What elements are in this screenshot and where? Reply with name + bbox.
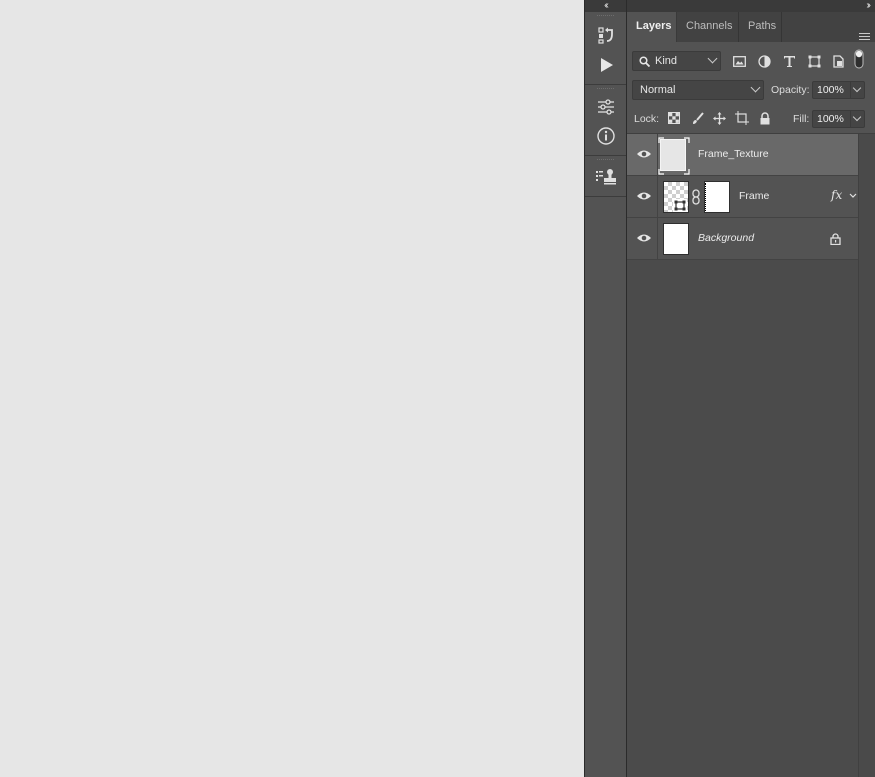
panel-tabs: Layers Channels Paths	[627, 12, 875, 42]
lock-artboard-icon[interactable]	[733, 109, 751, 127]
tab-paths[interactable]: Paths	[739, 12, 782, 42]
layer-mask-thumbnail[interactable]	[704, 181, 730, 213]
blend-mode-dropdown[interactable]: Normal	[632, 80, 764, 100]
expand-panel-icon[interactable]: ››	[627, 0, 875, 12]
blend-mode-value: Normal	[640, 84, 676, 96]
filter-kind-label: Kind	[655, 55, 678, 67]
layer-name[interactable]: Frame_Texture	[698, 148, 769, 160]
strip-group-history-actions	[585, 12, 626, 85]
panel-icon-strip: ‹‹	[584, 0, 627, 777]
info-icon[interactable]	[593, 123, 619, 149]
smart-object-selection-corners	[658, 137, 690, 175]
layer-thumbnail[interactable]	[658, 137, 690, 175]
filter-shape-icon[interactable]	[805, 52, 823, 70]
actions-play-icon[interactable]	[593, 52, 619, 78]
filter-adjustment-icon[interactable]	[755, 52, 773, 70]
tab-layers[interactable]: Layers	[627, 12, 677, 42]
fill-label: Fill:	[793, 113, 810, 125]
layer-name[interactable]: Background	[698, 232, 754, 244]
tab-channels[interactable]: Channels	[677, 12, 739, 42]
layer-thumbnail[interactable]	[663, 181, 689, 213]
opacity-input[interactable]: 100%	[812, 81, 851, 99]
chevron-down-icon	[750, 82, 761, 93]
strip-group-properties-info	[585, 85, 626, 156]
lock-image-pixels-brush-icon[interactable]	[688, 109, 706, 127]
lock-icon	[830, 233, 841, 245]
layer-name[interactable]: Frame	[739, 190, 769, 202]
layers-panel: ›› Layers Channels Paths Kind Normal Opa…	[627, 0, 875, 777]
filter-smart-object-icon[interactable]	[829, 52, 847, 70]
properties-sliders-icon[interactable]	[593, 94, 619, 120]
collapse-strip-icon[interactable]: ‹‹	[585, 0, 626, 12]
opacity-label: Opacity:	[771, 84, 810, 96]
layer-row-background[interactable]: Background	[627, 218, 858, 260]
opacity-dropdown-button[interactable]	[851, 81, 865, 99]
filter-toggle-switch[interactable]	[853, 49, 865, 69]
fill-input[interactable]: 100%	[812, 110, 851, 128]
layer-row-frame[interactable]: Frame fx	[627, 176, 858, 218]
search-icon	[639, 56, 650, 67]
document-canvas[interactable]	[0, 0, 584, 777]
layers-scrollbar[interactable]	[858, 134, 875, 777]
clone-source-stamp-icon[interactable]	[593, 164, 619, 190]
panel-menu-icon[interactable]	[859, 33, 870, 42]
strip-grip[interactable]	[597, 88, 614, 93]
fill-dropdown-button[interactable]	[851, 110, 865, 128]
layers-controls: Kind Normal Opacity: 100% Lock: Fill: 10…	[627, 42, 875, 134]
mask-link-chain-icon[interactable]	[692, 189, 700, 205]
filter-type-icon[interactable]	[780, 52, 798, 70]
layer-thumbnail[interactable]	[663, 223, 689, 255]
history-icon[interactable]	[593, 22, 619, 48]
layer-row-frame-texture[interactable]: Frame_Texture	[627, 134, 858, 176]
layer-effects-fx-icon[interactable]: fx	[831, 188, 842, 202]
eye-visibility-icon[interactable]	[636, 190, 652, 202]
strip-group-clone-source	[585, 156, 626, 197]
eye-visibility-icon[interactable]	[636, 148, 652, 160]
lock-label: Lock:	[634, 113, 660, 125]
lock-position-move-icon[interactable]	[710, 109, 728, 127]
filter-pixel-icon[interactable]	[730, 52, 748, 70]
eye-visibility-icon[interactable]	[636, 232, 652, 244]
strip-grip[interactable]	[597, 15, 614, 20]
lock-transparent-pixels-icon[interactable]	[665, 109, 683, 127]
chevron-down-icon	[707, 53, 718, 64]
smart-object-badge-icon	[673, 199, 687, 212]
filter-kind-dropdown[interactable]: Kind	[632, 51, 721, 71]
lock-all-icon[interactable]	[756, 109, 774, 127]
expand-effects-chevron-icon[interactable]	[849, 193, 857, 199]
